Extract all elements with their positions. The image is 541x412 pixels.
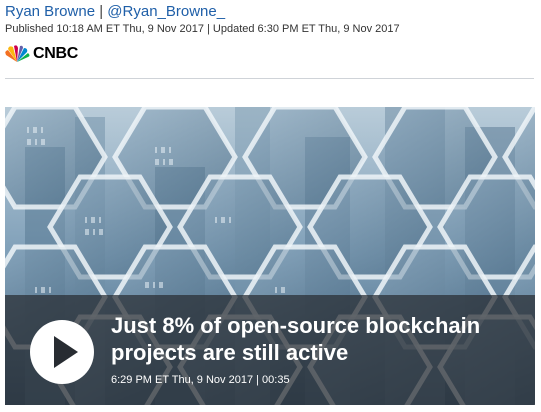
byline: Ryan Browne | @Ryan_Browne_: [5, 2, 225, 22]
byline-separator: |: [99, 3, 104, 20]
author-name-link[interactable]: Ryan Browne: [5, 3, 95, 20]
video-meta: 6:29 PM ET Thu, 9 Nov 2017 | 00:35: [111, 374, 290, 386]
author-handle-link[interactable]: @Ryan_Browne_: [107, 3, 225, 20]
play-icon: [54, 336, 78, 368]
peacock-icon: [4, 45, 30, 63]
cnbc-logo[interactable]: CNBC: [4, 44, 78, 64]
video-player[interactable]: Just 8% of open-source blockchain projec…: [5, 107, 535, 405]
publish-timestamp: Published 10:18 AM ET Thu, 9 Nov 2017 | …: [5, 23, 400, 35]
logo-wordmark: CNBC: [33, 45, 79, 62]
play-button[interactable]: [30, 320, 94, 384]
divider: [5, 78, 534, 79]
video-title[interactable]: Just 8% of open-source blockchain projec…: [111, 312, 521, 366]
